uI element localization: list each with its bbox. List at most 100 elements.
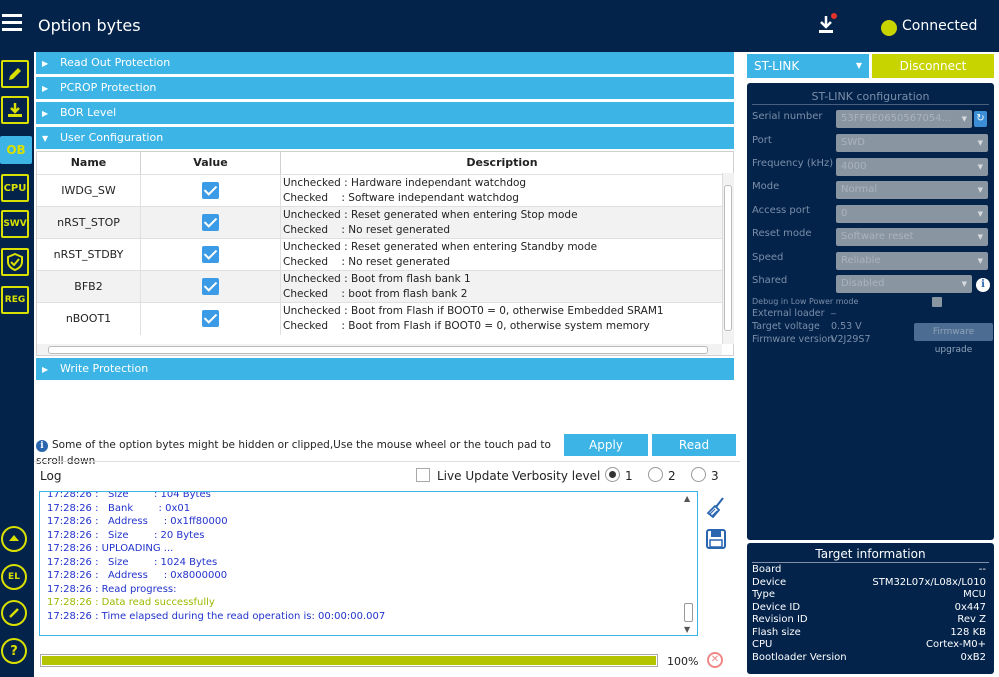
table-row: BFB2 Unchecked : Boot from flash bank 1 C…	[37, 270, 723, 303]
chevron-down-icon: ▼	[855, 61, 862, 70]
desc-unchecked: Unchecked : Reset generated when enterin…	[283, 241, 598, 253]
option-checkbox[interactable]	[202, 214, 219, 231]
section-user-configuration[interactable]: ▼ User Configuration	[36, 127, 734, 149]
debug-low-power-checkbox[interactable]	[932, 297, 942, 307]
frequency-select[interactable]: 4000 ▼	[836, 158, 988, 176]
port-select[interactable]: SWD ▼	[836, 134, 988, 152]
reset-mode-label: Reset mode	[752, 228, 812, 239]
table-vertical-scroll-thumb[interactable]	[724, 185, 732, 331]
log-scroll-up-icon[interactable]: ▲	[684, 494, 690, 503]
chevron-down-icon: ▼	[977, 186, 983, 194]
target-info-key: Bootloader Version	[752, 651, 847, 663]
clear-log-broom-icon[interactable]	[706, 497, 726, 519]
download-notification-icon[interactable]	[816, 13, 838, 37]
expand-down-icon: ▼	[42, 134, 49, 143]
hamburger-menu-icon[interactable]	[2, 14, 22, 32]
option-description: Unchecked : Reset generated when enterin…	[283, 240, 723, 270]
serial-number-label: Serial number	[752, 111, 823, 122]
user-config-table: Name Value Description IWDG_SW Unchecked…	[36, 151, 734, 356]
option-checkbox[interactable]	[202, 246, 219, 263]
firmware-upgrade-button[interactable]: Firmware upgrade	[914, 323, 993, 355]
security-shield-icon[interactable]	[1, 248, 29, 276]
info-icon[interactable]: i	[976, 278, 990, 292]
verbosity-radio-3[interactable]	[691, 467, 706, 482]
live-update-checkbox[interactable]	[416, 468, 430, 482]
desc-checked: Checked : boot from flash bank 2	[283, 288, 468, 300]
link-icon[interactable]	[1, 600, 27, 626]
target-info-key: Revision ID	[752, 614, 808, 625]
expand-right-icon: ▶	[42, 59, 49, 68]
apply-button[interactable]: Apply	[564, 434, 648, 456]
section-pcrop-protection[interactable]: ▶ PCROP Protection	[36, 77, 734, 99]
log-line: 17:28:26 : Bank : 0x01	[47, 502, 191, 514]
desc-checked: Checked : No reset generated	[283, 256, 451, 268]
log-line: 17:28:26 : Time elapsed during the read …	[47, 610, 386, 622]
log-line: 17:28:26 : Read progress:	[47, 583, 177, 595]
log-line: 17:28:26 : UPLOADING ...	[47, 543, 174, 554]
cpu-icon[interactable]: CPU	[1, 174, 29, 202]
field-value: Disabled	[841, 278, 885, 289]
mode-label: Mode	[752, 181, 780, 192]
frequency-label: Frequency (kHz)	[752, 158, 834, 169]
help-icon[interactable]: ?	[1, 638, 27, 664]
option-bytes-icon[interactable]: OB	[0, 136, 32, 164]
top-header	[0, 0, 999, 52]
reset-mode-select[interactable]: Software reset ▼	[836, 228, 988, 246]
section-read-out-protection[interactable]: ▶ Read Out Protection	[36, 52, 734, 74]
mode-select[interactable]: Normal ▼	[836, 181, 988, 199]
field-value: 0	[841, 208, 848, 219]
connection-status-text: Connected	[902, 18, 978, 34]
target-information-title: Target information	[815, 547, 926, 561]
serial-number-select[interactable]: 53FF6E0650567054... ▼	[836, 110, 972, 128]
speed-select[interactable]: Reliable ▼	[836, 252, 988, 270]
chevron-down-icon: ▼	[977, 163, 983, 171]
option-checkbox[interactable]	[202, 310, 219, 327]
column-header-description: Description	[466, 156, 538, 169]
field-value: 53FF6E0650567054...	[841, 113, 952, 124]
read-button[interactable]: Read	[652, 434, 736, 456]
target-info-divider	[752, 562, 989, 563]
swv-icon[interactable]: SWV	[1, 210, 29, 238]
disconnect-button[interactable]: Disconnect	[872, 54, 994, 78]
target-info-value: STM32L07x/L08x/L010	[872, 576, 986, 588]
interface-select[interactable]: ST-LINK ▼	[747, 54, 869, 78]
field-value: Normal	[841, 184, 878, 195]
log-line: 17:28:26 : Size : 104 Bytes	[47, 491, 211, 500]
save-log-icon[interactable]	[706, 529, 726, 549]
target-info-value: Cortex-M0+	[925, 639, 986, 650]
desc-checked: Checked : Software independant watchdog	[283, 192, 519, 204]
section-bor-level[interactable]: ▶ BOR Level	[36, 102, 734, 124]
access-port-select[interactable]: 0 ▼	[836, 205, 988, 223]
table-horizontal-scroll-thumb[interactable]	[48, 346, 708, 354]
edit-memory-icon[interactable]	[1, 60, 29, 88]
log-scroll-thumb[interactable]	[684, 603, 693, 622]
section-write-protection[interactable]: ▶ Write Protection	[36, 358, 734, 380]
verbosity-radio-1[interactable]	[605, 467, 620, 482]
log-scroll-down-icon[interactable]: ▼	[684, 625, 690, 634]
verbosity-radio-2[interactable]	[648, 467, 663, 482]
target-info-key: Board	[752, 564, 782, 575]
download-program-icon[interactable]	[1, 96, 29, 124]
target-info-row: Revision ID Rev Z	[752, 614, 986, 627]
firmware-version-label: Firmware version	[752, 334, 834, 345]
port-label: Port	[752, 135, 772, 146]
field-value: SWD	[841, 137, 865, 148]
refresh-icon[interactable]: ↻	[974, 111, 987, 127]
cancel-operation-icon[interactable]: ✕	[707, 652, 723, 668]
section-label: PCROP Protection	[60, 81, 157, 94]
shared-select[interactable]: Disabled ▼	[836, 275, 972, 293]
beta-icon[interactable]	[1, 526, 27, 552]
external-loader-icon[interactable]: EL	[1, 564, 27, 590]
target-info-key: CPU	[752, 639, 773, 650]
log-line: 17:28:26 : Size : 20 Bytes	[47, 529, 205, 541]
option-checkbox[interactable]	[202, 182, 219, 199]
target-info-value: Rev Z	[957, 614, 986, 625]
target-info-value: 128 KB	[950, 626, 986, 638]
target-info-row: Type MCU	[752, 589, 986, 602]
option-checkbox[interactable]	[202, 278, 219, 295]
target-info-key: Device	[752, 576, 787, 588]
table-row: nBOOT1 Unchecked : Boot from Flash if BO…	[37, 302, 723, 335]
log-output[interactable]: 17:28:26 : Size : 104 Bytes 17:28:26 : B…	[39, 491, 698, 636]
column-header-value: Value	[141, 152, 281, 174]
register-viewer-icon[interactable]: REG	[1, 286, 29, 314]
